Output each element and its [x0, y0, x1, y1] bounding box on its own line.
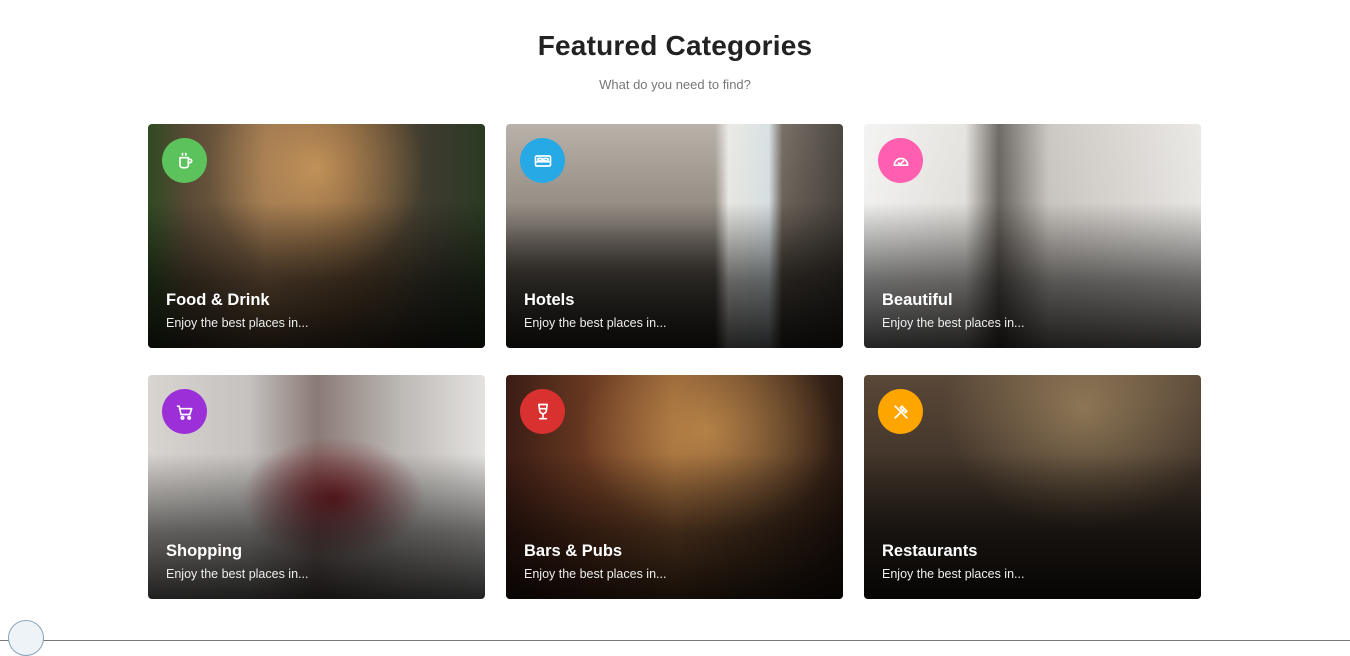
section-title: Featured Categories — [537, 30, 813, 61]
category-card-beautiful[interactable]: Beautiful Enjoy the best places in... — [864, 124, 1201, 348]
page-bottom-divider — [0, 640, 1350, 641]
category-name: Beautiful — [882, 291, 953, 309]
category-name: Shopping — [166, 542, 243, 560]
wine-glass-icon — [520, 389, 565, 434]
section-subtitle: What do you need to find? — [599, 77, 751, 92]
category-description: Enjoy the best places in... — [882, 567, 1025, 581]
category-description: Enjoy the best places in... — [166, 316, 309, 330]
category-description: Enjoy the best places in... — [166, 567, 309, 581]
category-description: Enjoy the best places in... — [882, 316, 1025, 330]
category-name: Food & Drink — [166, 291, 270, 309]
coffee-cup-icon — [162, 138, 207, 183]
category-card-hotels[interactable]: Hotels Enjoy the best places in... — [506, 124, 843, 348]
fork-knife-icon — [878, 389, 923, 434]
category-card-bars-pubs[interactable]: Bars & Pubs Enjoy the best places in... — [506, 375, 843, 599]
bed-icon — [520, 138, 565, 183]
category-description: Enjoy the best places in... — [524, 316, 667, 330]
shopping-cart-icon — [162, 389, 207, 434]
category-name: Restaurants — [882, 542, 978, 560]
category-card-shopping[interactable]: Shopping Enjoy the best places in... — [148, 375, 485, 599]
category-card-food-drink[interactable]: Food & Drink Enjoy the best places in... — [148, 124, 485, 348]
category-description: Enjoy the best places in... — [524, 567, 667, 581]
categories-grid: Food & Drink Enjoy the best places in...… — [148, 124, 1201, 599]
floating-circle-button[interactable] — [8, 620, 44, 656]
category-name: Hotels — [524, 291, 575, 309]
spa-icon — [878, 138, 923, 183]
category-card-restaurants[interactable]: Restaurants Enjoy the best places in... — [864, 375, 1201, 599]
category-name: Bars & Pubs — [524, 542, 623, 560]
